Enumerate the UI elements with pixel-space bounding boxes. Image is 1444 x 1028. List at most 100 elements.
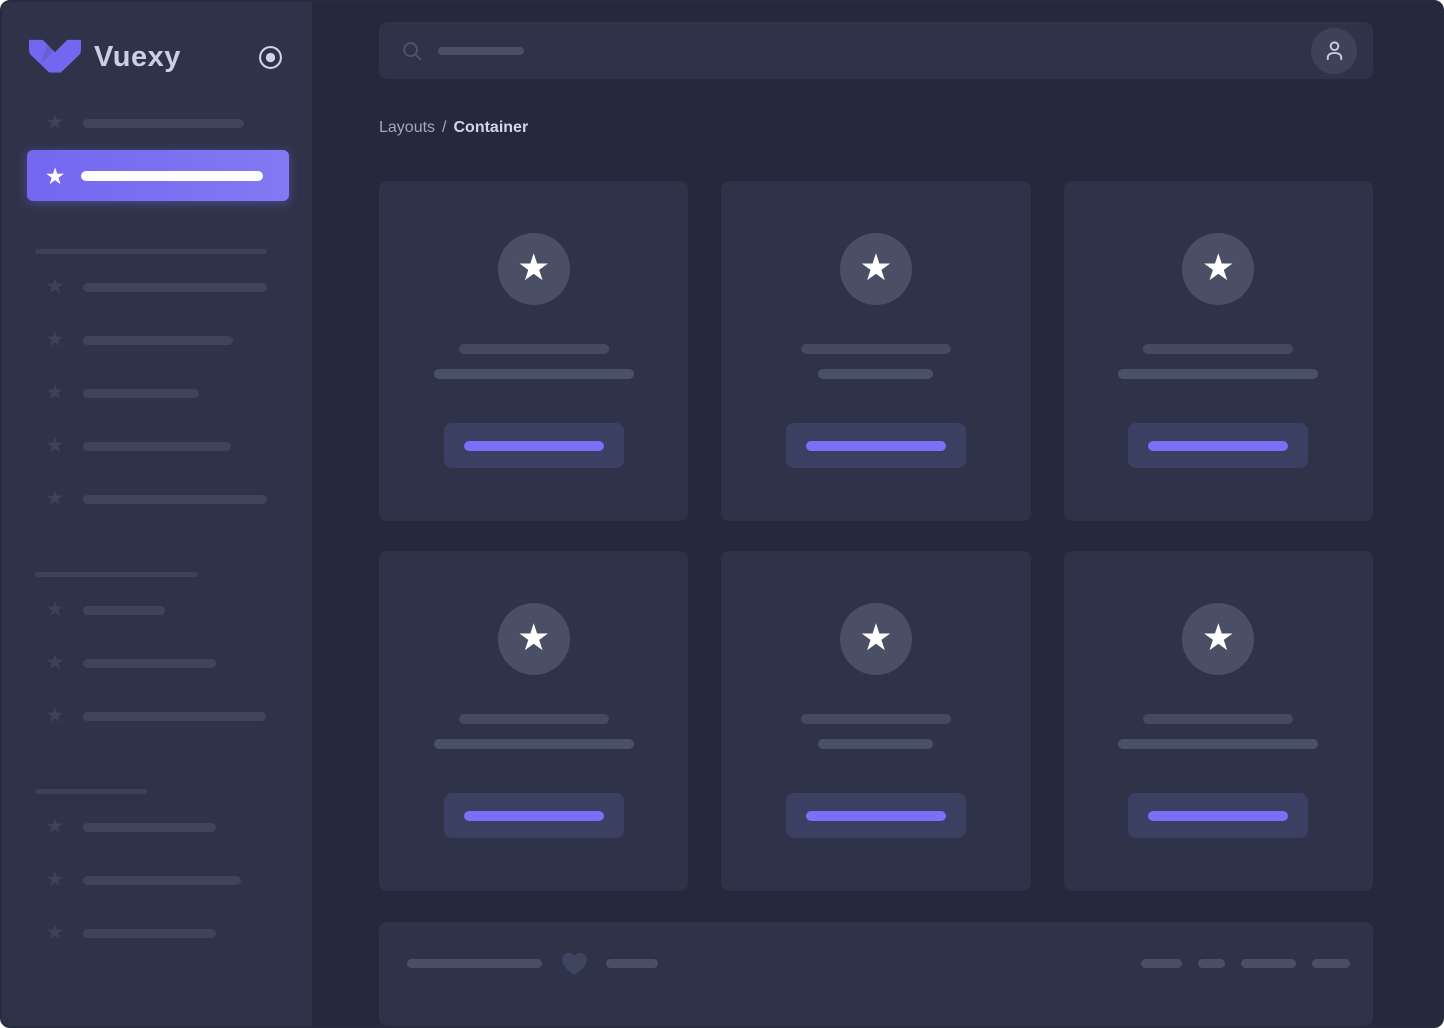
vuexy-logo-icon: [29, 39, 81, 75]
menu-section-divider: [35, 249, 267, 254]
star-icon: ★: [45, 598, 65, 621]
card-title-skeleton: [1143, 344, 1294, 355]
star-icon: ★: [45, 275, 65, 298]
card-action-button[interactable]: [1128, 793, 1309, 839]
demo-card: ★: [1063, 181, 1373, 522]
star-icon: ★: [859, 246, 893, 288]
button-label-skeleton: [805, 440, 946, 451]
demo-card: ★: [721, 551, 1031, 892]
nav-pin-toggle-icon[interactable]: [258, 45, 283, 70]
button-label-skeleton: [463, 440, 604, 451]
card-action-button[interactable]: [785, 423, 966, 469]
breadcrumb-section[interactable]: Layouts: [379, 119, 435, 137]
footer-link-skeleton: [1312, 958, 1350, 968]
menu-label-skeleton: [83, 928, 216, 938]
menu-label-skeleton: [83, 658, 216, 668]
card-title-skeleton: [458, 714, 609, 725]
sidebar-item[interactable]: ★: [2, 112, 312, 134]
menu-label-skeleton: [83, 822, 216, 832]
menu-label-skeleton: [83, 118, 244, 128]
menu-label-skeleton: [83, 605, 165, 615]
sidebar-item[interactable]: ★: [2, 816, 312, 838]
star-icon: ★: [45, 815, 65, 838]
sidebar-item[interactable]: ★: [2, 382, 312, 404]
sidebar-item[interactable]: ★: [2, 488, 312, 510]
star-icon: ★: [45, 487, 65, 510]
star-badge: ★: [497, 233, 570, 306]
demo-card: ★: [721, 181, 1031, 522]
star-icon: ★: [1201, 246, 1235, 288]
star-badge: ★: [839, 233, 912, 306]
card-action-button[interactable]: [443, 793, 624, 839]
star-icon: ★: [45, 651, 65, 674]
star-badge: ★: [497, 603, 570, 676]
header-search-bar[interactable]: [379, 22, 1373, 80]
menu-section-divider: [35, 789, 147, 794]
main-content: Layouts / Container ★ ★ ★ ★ ★ ★: [312, 2, 1442, 1026]
star-icon: ★: [45, 328, 65, 351]
sidebar-item[interactable]: ★: [2, 329, 312, 351]
star-icon: ★: [45, 704, 65, 727]
cards-grid: ★ ★ ★ ★ ★ ★: [379, 181, 1373, 892]
sidebar-item-active[interactable]: ★: [27, 150, 289, 201]
card-title-skeleton: [458, 344, 609, 355]
star-icon: ★: [45, 111, 65, 134]
card-title-skeleton: [1143, 714, 1294, 725]
sidebar-item[interactable]: ★: [2, 435, 312, 457]
sidebar-item[interactable]: ★: [2, 922, 312, 944]
sidebar-item[interactable]: ★: [2, 599, 312, 621]
footer-link-skeleton: [1141, 958, 1182, 968]
menu-section-divider: [35, 572, 198, 577]
star-icon: ★: [859, 616, 893, 658]
button-label-skeleton: [805, 810, 946, 821]
sidebar-item[interactable]: ★: [2, 276, 312, 298]
card-text-skeleton: [433, 369, 634, 380]
footer-link-skeleton: [1241, 958, 1296, 968]
star-icon: ★: [1201, 616, 1235, 658]
breadcrumb-current: Container: [453, 119, 529, 137]
card-text-skeleton: [818, 739, 934, 750]
star-icon: ★: [45, 868, 65, 891]
footer-links: [1141, 958, 1350, 968]
button-label-skeleton: [1148, 810, 1289, 821]
footer-row: [407, 950, 1350, 976]
sidebar-item[interactable]: ★: [2, 869, 312, 891]
sidebar-item[interactable]: ★: [2, 705, 312, 727]
user-avatar[interactable]: [1311, 27, 1357, 74]
star-icon: ★: [517, 246, 551, 288]
menu-label-skeleton: [83, 335, 233, 345]
star-badge: ★: [1182, 603, 1255, 676]
menu-label-skeleton: [83, 875, 241, 885]
card-action-button[interactable]: [785, 793, 966, 839]
brand-header: Vuexy: [2, 36, 312, 78]
card-text-skeleton: [1118, 369, 1319, 380]
breadcrumb-separator: /: [442, 119, 447, 137]
star-icon: ★: [45, 381, 65, 404]
demo-card: ★: [379, 181, 689, 522]
demo-card: ★: [379, 551, 689, 892]
card-text-skeleton: [1118, 739, 1319, 750]
sidebar: Vuexy ★ ★ ★ ★ ★ ★ ★ ★ ★ ★ ★ ★ ★: [2, 2, 312, 1026]
card-action-button[interactable]: [443, 423, 624, 469]
star-badge: ★: [1182, 233, 1255, 306]
card-title-skeleton: [800, 714, 951, 725]
star-icon: ★: [517, 616, 551, 658]
sidebar-item[interactable]: ★: [2, 652, 312, 674]
user-icon: [1323, 39, 1346, 62]
star-badge: ★: [839, 603, 912, 676]
app-window: Vuexy ★ ★ ★ ★ ★ ★ ★ ★ ★ ★ ★ ★ ★ Layouts …: [0, 0, 1444, 1028]
menu-label-skeleton: [83, 494, 267, 504]
heart-icon: [561, 951, 588, 976]
footer-text-skeleton: [606, 958, 658, 968]
card-text-skeleton: [818, 369, 934, 380]
star-icon: ★: [45, 434, 65, 457]
card-action-button[interactable]: [1128, 423, 1309, 469]
menu-label-skeleton: [83, 711, 266, 721]
menu-label-skeleton: [81, 170, 263, 181]
footer-text-skeleton: [407, 958, 542, 968]
search-icon: [401, 40, 423, 62]
menu-label-skeleton: [83, 282, 267, 292]
brand-name: Vuexy: [94, 40, 181, 73]
footer-card: [379, 922, 1373, 1026]
menu-label-skeleton: [83, 388, 199, 398]
